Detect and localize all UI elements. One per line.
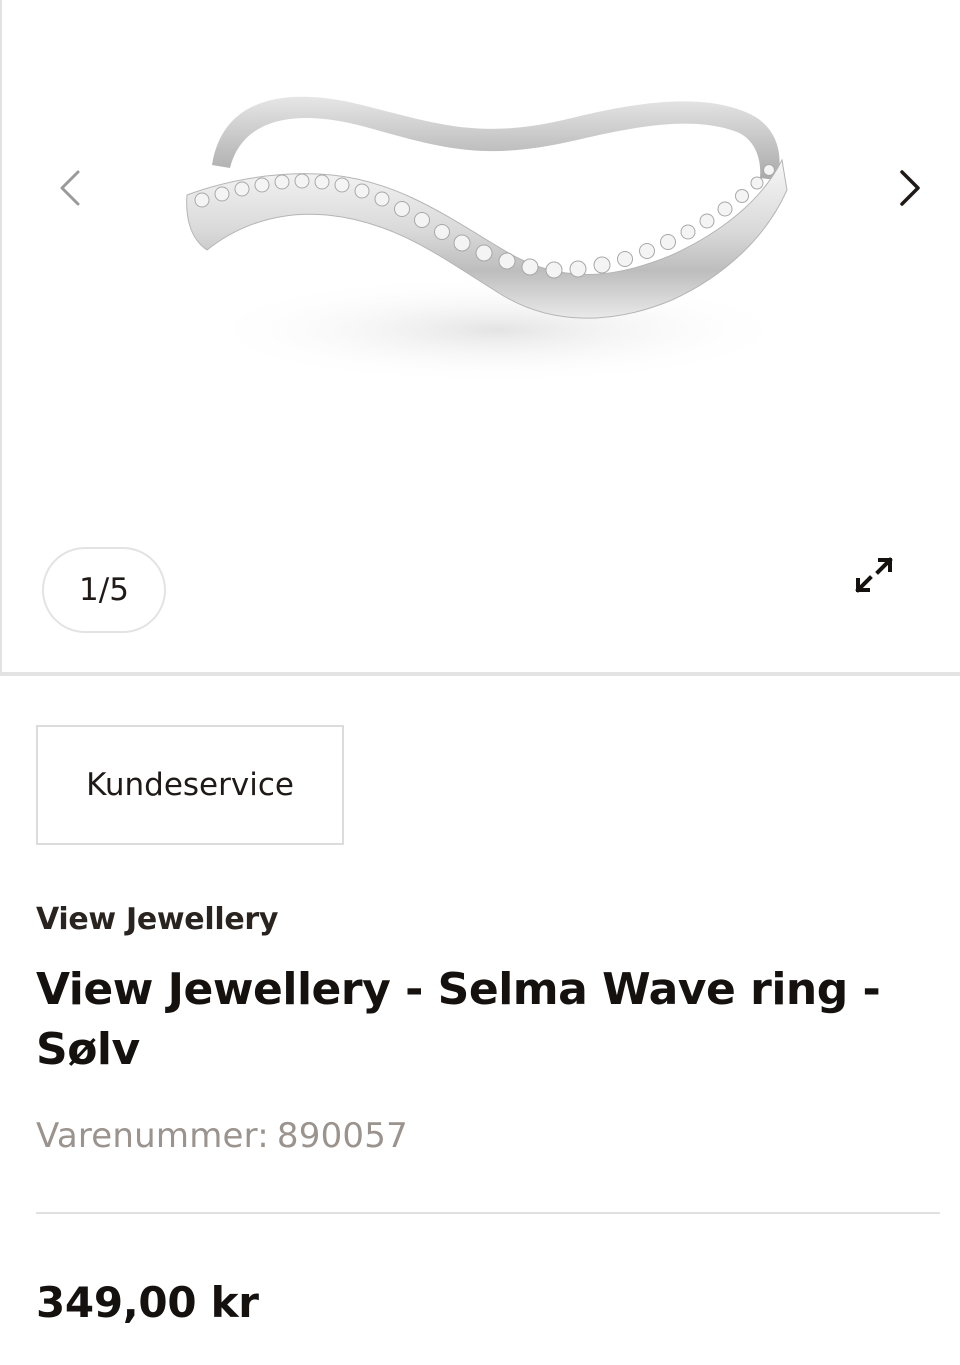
divider — [36, 1212, 940, 1214]
sku-line: Varenummer: 890057 — [36, 1116, 408, 1156]
image-counter-text: 1/5 — [79, 572, 129, 608]
product-title: View Jewellery - Selma Wave ring - Sølv — [36, 964, 881, 1075]
chevron-right-icon — [900, 170, 920, 206]
customer-service-label: Kundeservice — [86, 767, 294, 803]
customer-service-button[interactable]: Kundeservice — [36, 725, 344, 845]
sku-value: 890057 — [276, 1116, 408, 1156]
fullscreen-button[interactable] — [842, 542, 906, 606]
sku-label: Varenummer: — [36, 1116, 269, 1156]
product-image[interactable] — [152, 60, 842, 420]
next-image-button[interactable] — [882, 160, 938, 216]
expand-icon — [855, 557, 893, 593]
product-gallery: 1/5 — [0, 0, 960, 676]
brand-link[interactable]: View Jewellery — [36, 902, 278, 937]
previous-image-button[interactable] — [42, 160, 98, 216]
image-counter: 1/5 — [42, 547, 166, 633]
chevron-left-icon — [60, 170, 80, 206]
product-price: 349,00 kr — [36, 1278, 259, 1327]
